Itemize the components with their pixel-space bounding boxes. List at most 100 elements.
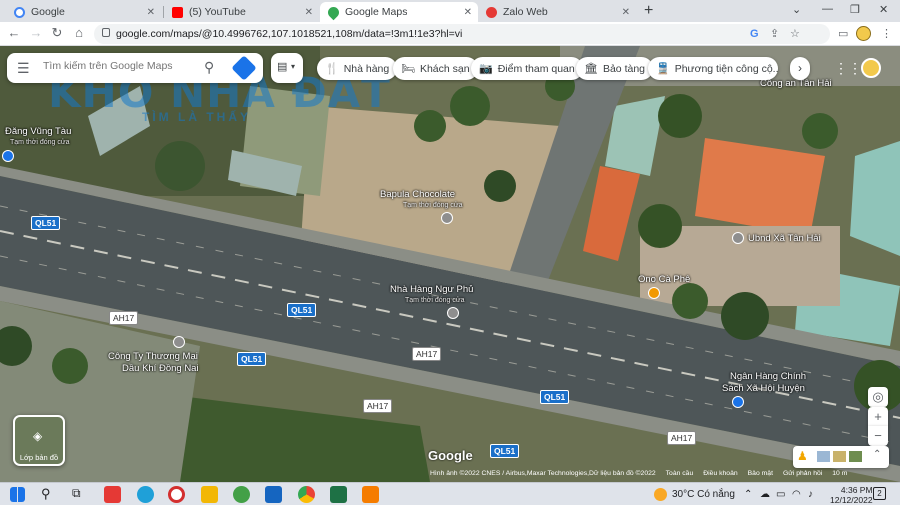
place-label[interactable]: Bapula Chocolate: [380, 189, 455, 200]
chip-museums[interactable]: 🏛 Bảo tàng: [576, 57, 654, 80]
place-pin-icon[interactable]: [447, 307, 459, 319]
cafe-pin-icon[interactable]: [648, 287, 660, 299]
onedrive-icon[interactable]: ☁: [760, 489, 770, 500]
place-label[interactable]: Ubnd Xã Tân Hải: [748, 233, 821, 244]
close-tab-icon[interactable]: ✕: [464, 7, 472, 18]
new-tab-icon[interactable]: +: [644, 2, 653, 20]
terrain-thumb-icon[interactable]: [833, 451, 846, 462]
minimize-icon[interactable]: —: [822, 3, 833, 15]
satellite-thumb-icon[interactable]: [849, 451, 862, 462]
weather-text[interactable]: 30°C Có nắng: [672, 489, 735, 500]
taskbar-app-icon[interactable]: [362, 486, 379, 503]
zoom-out-button[interactable]: −: [868, 426, 888, 446]
bookmark-star-icon[interactable]: ☆: [790, 27, 800, 40]
close-tab-icon[interactable]: ✕: [147, 7, 155, 18]
chips-next-arrow-icon[interactable]: ›: [790, 57, 810, 80]
home-icon[interactable]: ⌂: [71, 25, 87, 40]
hamburger-menu-icon[interactable]: ☰: [17, 61, 30, 75]
tab-search-icon[interactable]: ⌄: [792, 3, 801, 16]
network-icon[interactable]: ▭: [776, 489, 785, 500]
tab-youtube[interactable]: (5) YouTube ✕: [164, 2, 319, 22]
excel-icon[interactable]: [330, 486, 347, 503]
taskbar-app-icon[interactable]: [233, 486, 250, 503]
place-label[interactable]: Nhà Hàng Ngư Phủ: [390, 284, 473, 295]
back-icon[interactable]: ←: [6, 25, 22, 40]
place-pin-icon[interactable]: [732, 232, 744, 244]
close-window-icon[interactable]: ✕: [879, 3, 888, 16]
task-view-icon[interactable]: ⧉: [72, 486, 81, 501]
browser-menu-icon[interactable]: ⋮: [881, 27, 892, 40]
place-sublabel: Tạm thời đóng cửa: [405, 297, 465, 304]
tab-label: Google: [31, 6, 65, 18]
place-label[interactable]: Công Ty Thương Mại: [108, 351, 198, 362]
chip-restaurants[interactable]: 🍴 Nhà hàng: [317, 57, 398, 80]
chip-transit[interactable]: 🚆 Phương tiện công cộ...: [648, 57, 778, 80]
forward-icon[interactable]: →: [28, 25, 44, 40]
apps-grid-icon[interactable]: ⋮⋮: [834, 60, 862, 77]
chip-hotels[interactable]: 🛏 Khách sạn: [393, 57, 478, 80]
google-lens-icon[interactable]: G: [750, 28, 759, 40]
store-icon[interactable]: [265, 486, 282, 503]
scale-label[interactable]: 10 m: [832, 470, 847, 482]
attribution-text: Hình ảnh ©2022 CNES / Airbus,Maxar Techn…: [430, 470, 656, 477]
zoom-in-button[interactable]: +: [868, 407, 888, 427]
tab-google-maps[interactable]: Google Maps ✕: [320, 2, 478, 22]
satellite-map[interactable]: KHO NHÀ ĐẤT TÌM LÀ THẤY Đăng Vũng Tàu Tạ…: [0, 46, 900, 482]
place-label-line2: Sách Xã Hội Huyện: [722, 383, 805, 394]
account-avatar[interactable]: [861, 58, 881, 78]
show-hidden-icons[interactable]: ⌃: [744, 489, 752, 500]
system-clock[interactable]: 4:36 PM 12/12/2022: [830, 485, 873, 505]
layers-button[interactable]: ◈ Lớp bản đồ: [13, 415, 65, 466]
street-view-panel[interactable]: ♟ ⌃: [793, 446, 889, 468]
map-thumb-icon[interactable]: [817, 451, 830, 462]
footer-link[interactable]: Toàn cầu: [666, 470, 694, 482]
road-shield: QL51: [490, 444, 520, 458]
side-panel-icon[interactable]: ▭: [838, 27, 848, 40]
collapse-side-panel-button[interactable]: ▤ ▾: [271, 53, 303, 83]
tab-google[interactable]: Google ✕: [6, 2, 161, 22]
close-tab-icon[interactable]: ✕: [305, 7, 313, 18]
share-icon[interactable]: ⇪: [770, 27, 779, 40]
wifi-icon[interactable]: ◠: [792, 489, 801, 500]
opera-icon[interactable]: [168, 486, 185, 503]
pegman-icon[interactable]: ♟: [797, 449, 808, 463]
bank-pin-icon[interactable]: [732, 396, 744, 408]
weather-sun-icon[interactable]: [654, 488, 667, 501]
search-icon[interactable]: ⚲: [204, 59, 214, 76]
chrome-icon[interactable]: [298, 486, 315, 503]
place-label[interactable]: Công an Tân Hải: [760, 78, 832, 89]
expand-icon[interactable]: ⌃: [873, 449, 881, 460]
footer-link[interactable]: Điều khoản: [703, 470, 737, 482]
restaurant-icon: 🍴: [325, 63, 339, 75]
windows-start-icon[interactable]: [10, 487, 25, 502]
transit-icon: 🚆: [656, 63, 670, 75]
address-bar[interactable]: google.com/maps/@10.4996762,107.1018521,…: [94, 24, 830, 44]
museum-icon: 🏛: [584, 63, 598, 75]
place-label[interactable]: Ngân Hàng Chính: [730, 371, 806, 382]
tab-zalo[interactable]: Zalo Web ✕: [478, 2, 636, 22]
restore-icon[interactable]: ❐: [850, 3, 860, 16]
directions-icon[interactable]: [231, 55, 257, 81]
maps-search-input[interactable]: [43, 60, 193, 72]
place-pin-icon[interactable]: [173, 336, 185, 348]
search-icon[interactable]: ⚲: [41, 486, 51, 502]
notification-center-icon[interactable]: 2: [873, 487, 886, 500]
file-explorer-icon[interactable]: [201, 486, 218, 503]
reload-icon[interactable]: ↻: [49, 25, 65, 41]
footer-link[interactable]: Bảo mật: [748, 470, 773, 482]
place-pin-icon[interactable]: [2, 150, 14, 162]
edge-icon[interactable]: [137, 486, 154, 503]
chevron-down-icon: ▾: [291, 62, 296, 71]
tab-label: (5) YouTube: [189, 6, 246, 18]
my-location-icon[interactable]: ◎: [868, 387, 888, 407]
place-label[interactable]: Đăng Vũng Tàu: [5, 126, 71, 137]
place-pin-icon[interactable]: [441, 212, 453, 224]
place-label[interactable]: Ono Cà Phê: [638, 274, 690, 285]
volume-icon[interactable]: ♪: [808, 489, 813, 500]
close-tab-icon[interactable]: ✕: [622, 7, 630, 18]
browser-profile-avatar[interactable]: [856, 26, 871, 41]
chip-attractions[interactable]: 📷 Điểm tham quan: [471, 57, 583, 80]
road-shield: QL51: [237, 352, 267, 366]
footer-link[interactable]: Gửi phản hồi: [783, 470, 822, 482]
taskbar-app-icon[interactable]: [104, 486, 121, 503]
